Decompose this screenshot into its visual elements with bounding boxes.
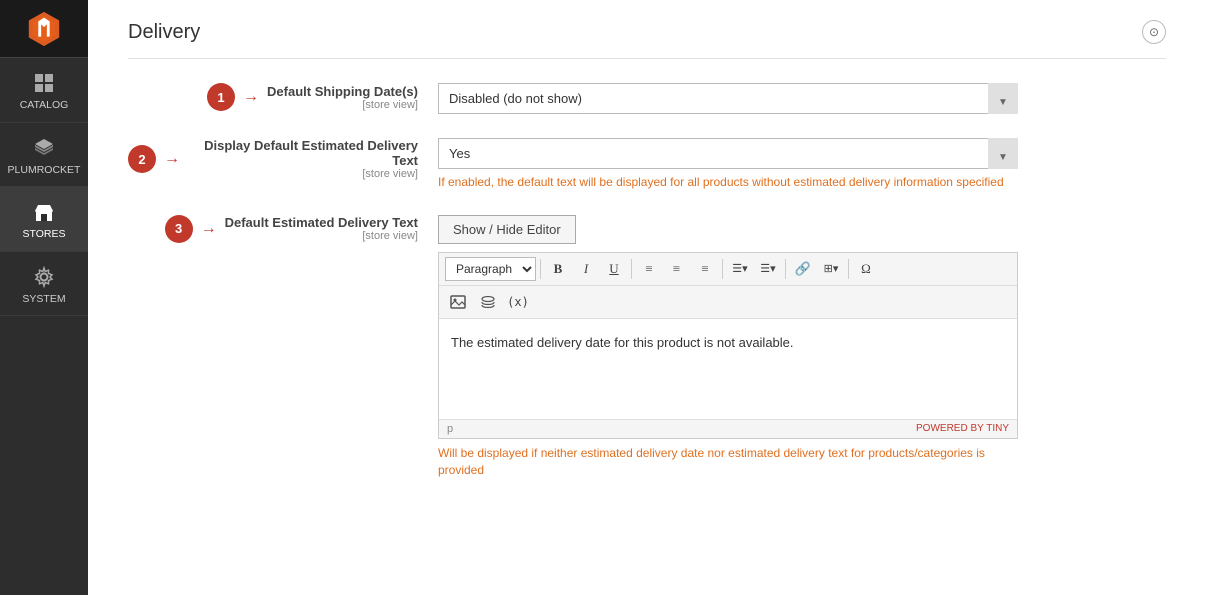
editor-container: Paragraph Heading 1 Heading 2 Heading 3 … xyxy=(438,252,1018,439)
gear-icon xyxy=(33,266,55,288)
editor-content: The estimated delivery date for this pro… xyxy=(451,335,794,350)
toolbar-divider-4 xyxy=(785,259,786,279)
bold-button[interactable]: B xyxy=(545,257,571,281)
layers-button[interactable] xyxy=(475,290,501,314)
field-row-3: 3 → Default Estimated Delivery Text [sto… xyxy=(128,215,1166,479)
underline-button[interactable]: U xyxy=(601,257,627,281)
stack-icon xyxy=(480,295,496,309)
field-control-col-1: Disabled (do not show) Enabled xyxy=(438,83,1166,114)
shipping-date-select[interactable]: Disabled (do not show) Enabled xyxy=(438,83,1018,114)
toolbar-divider-3 xyxy=(722,259,723,279)
shipping-date-select-wrapper: Disabled (do not show) Enabled xyxy=(438,83,1018,114)
special-chars-button[interactable]: Ω xyxy=(853,257,879,281)
sidebar-stores-label: STORES xyxy=(23,228,66,241)
field-label-name-1: Default Shipping Date(s) xyxy=(267,84,418,99)
toolbar-divider-2 xyxy=(631,259,632,279)
field-label-name-2: Display Default Estimated Delivery Text xyxy=(204,138,418,168)
delivery-section: Delivery ⊙ 1 → Default Shipping Date(s) … xyxy=(88,0,1206,532)
sidebar-item-plumrocket[interactable]: PLUMROCKET xyxy=(0,123,88,188)
label-text-2: Display Default Estimated Delivery Text … xyxy=(188,138,418,180)
field-scope-1: [store view] xyxy=(267,99,418,111)
field-scope-3: [store view] xyxy=(225,230,418,242)
link-button[interactable]: 🔗 xyxy=(790,257,816,281)
image-icon xyxy=(450,295,466,309)
sidebar-system-label: SYSTEM xyxy=(22,293,65,306)
powered-by: POWERED BY TINY xyxy=(916,423,1009,434)
insert-image-button[interactable] xyxy=(445,290,471,314)
field-label-col-2: 2 → Display Default Estimated Delivery T… xyxy=(128,138,438,180)
unordered-list-button[interactable]: ☰▾ xyxy=(727,257,753,281)
editor-toolbar-row1: Paragraph Heading 1 Heading 2 Heading 3 … xyxy=(439,253,1017,286)
arrow-icon-1: → xyxy=(243,88,259,106)
step-badge-1: 1 xyxy=(207,83,235,111)
table-button[interactable]: ⊞▾ xyxy=(818,257,844,281)
label-text-1: Default Shipping Date(s) [store view] xyxy=(267,84,418,111)
section-header: Delivery ⊙ xyxy=(128,20,1166,59)
sidebar-item-catalog[interactable]: CATALOG xyxy=(0,58,88,123)
editor-footer: p POWERED BY TINY xyxy=(439,419,1017,438)
step-badge-3: 3 xyxy=(165,215,193,243)
field-label-col-3: 3 → Default Estimated Delivery Text [sto… xyxy=(128,215,438,243)
field-label-col-1: 1 → Default Shipping Date(s) [store view… xyxy=(128,83,438,111)
sidebar: CATALOG PLUMROCKET STORES SYSTEM xyxy=(0,0,88,595)
toolbar-divider-1 xyxy=(540,259,541,279)
field-row-2: 2 → Display Default Estimated Delivery T… xyxy=(128,138,1166,191)
label-text-3: Default Estimated Delivery Text [store v… xyxy=(225,215,418,242)
sidebar-item-stores[interactable]: STORES xyxy=(0,187,88,252)
align-center-button[interactable]: ≡ xyxy=(664,257,690,281)
field-label-name-3: Default Estimated Delivery Text xyxy=(225,215,418,230)
magento-logo-icon xyxy=(25,10,63,48)
editor-footer-hint: Will be displayed if neither estimated d… xyxy=(438,445,1018,479)
display-text-select-wrapper: Yes No xyxy=(438,138,1018,169)
display-text-hint: If enabled, the default text will be dis… xyxy=(438,174,1018,191)
arrow-icon-3: → xyxy=(201,220,217,238)
layers-icon xyxy=(33,137,55,159)
editor-body[interactable]: The estimated delivery date for this pro… xyxy=(439,319,1017,419)
ordered-list-button[interactable]: ☰▾ xyxy=(755,257,781,281)
variable-button[interactable]: (x) xyxy=(505,290,531,314)
main-content: Delivery ⊙ 1 → Default Shipping Date(s) … xyxy=(88,0,1206,595)
editor-tag: p xyxy=(447,423,453,435)
editor-toolbar-row2: (x) xyxy=(439,286,1017,319)
step-badge-2: 2 xyxy=(128,145,156,173)
sidebar-catalog-label: CATALOG xyxy=(20,99,69,112)
sidebar-logo xyxy=(0,0,88,58)
field-control-col-3: Show / Hide Editor Paragraph Heading 1 H… xyxy=(438,215,1166,479)
section-title: Delivery xyxy=(128,21,200,44)
sidebar-plumrocket-label: PLUMROCKET xyxy=(8,164,81,177)
arrow-icon-2: → xyxy=(164,150,180,168)
align-right-button[interactable]: ≡ xyxy=(692,257,718,281)
display-text-select[interactable]: Yes No xyxy=(438,138,1018,169)
italic-button[interactable]: I xyxy=(573,257,599,281)
field-control-col-2: Yes No If enabled, the default text will… xyxy=(438,138,1166,191)
field-row-1: 1 → Default Shipping Date(s) [store view… xyxy=(128,83,1166,114)
collapse-icon: ⊙ xyxy=(1149,25,1159,39)
field-scope-2: [store view] xyxy=(188,168,418,180)
paragraph-format-select[interactable]: Paragraph Heading 1 Heading 2 Heading 3 xyxy=(445,257,536,281)
sidebar-item-system[interactable]: SYSTEM xyxy=(0,252,88,317)
collapse-button[interactable]: ⊙ xyxy=(1142,20,1166,44)
grid-icon xyxy=(33,72,55,94)
align-left-button[interactable]: ≡ xyxy=(636,257,662,281)
show-hide-editor-button[interactable]: Show / Hide Editor xyxy=(438,215,576,244)
store-icon xyxy=(33,201,55,223)
toolbar-divider-5 xyxy=(848,259,849,279)
